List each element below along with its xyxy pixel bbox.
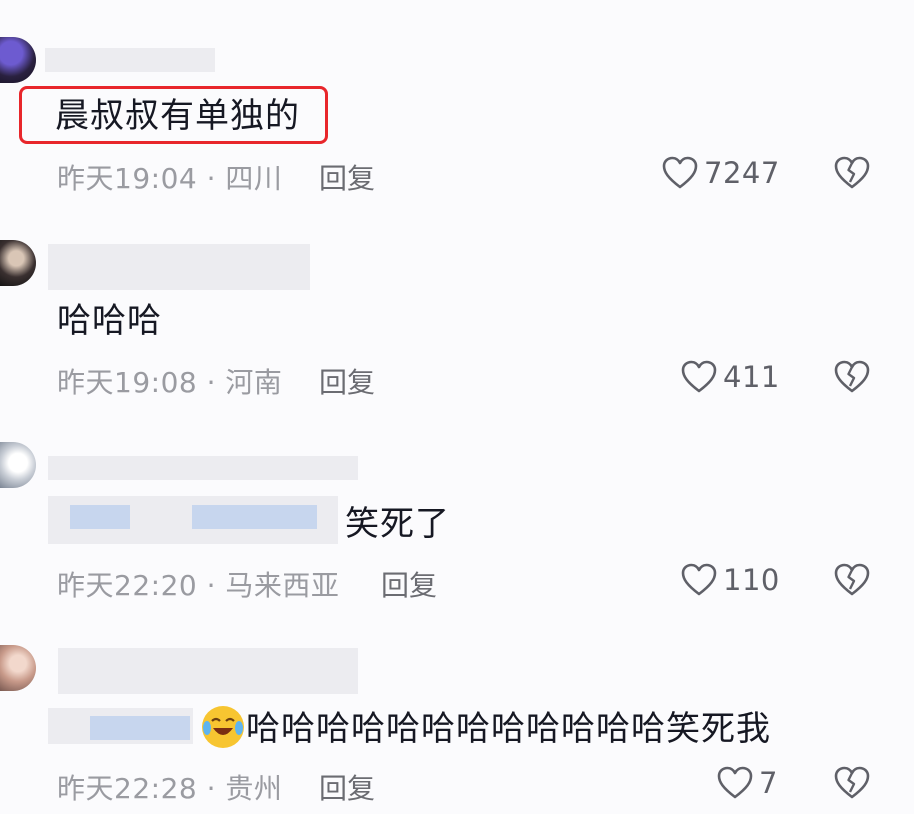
comment-meta: 昨天19:04 · 四川 [57, 162, 283, 195]
like-button[interactable]: 7247 [662, 156, 780, 190]
like-count: 411 [723, 360, 780, 394]
comment-meta: 昨天19:08 · 河南 [57, 366, 283, 399]
like-button[interactable]: 411 [681, 360, 780, 394]
reply-button[interactable]: 回复 [319, 157, 375, 197]
comment-text: 哈哈哈 [57, 301, 162, 341]
heart-outline-icon [681, 360, 717, 393]
laughing-crying-emoji-icon [202, 706, 244, 748]
avatar[interactable] [0, 240, 36, 286]
dislike-button[interactable] [834, 766, 870, 804]
avatar[interactable] [0, 442, 36, 488]
mention-blurred-highlight [90, 716, 190, 740]
broken-heart-icon [834, 766, 870, 799]
comment-meta: 昨天22:28 · 贵州 [57, 772, 283, 805]
mention-blurred-highlight [192, 505, 317, 529]
username-blurred[interactable] [48, 456, 358, 480]
avatar[interactable] [0, 645, 36, 691]
reply-button[interactable]: 回复 [381, 564, 437, 604]
avatar[interactable] [0, 37, 36, 83]
broken-heart-icon [834, 563, 870, 596]
username-blurred[interactable] [45, 48, 215, 72]
comment-text: 晨叔叔有单独的 [55, 96, 300, 136]
dislike-button[interactable] [834, 563, 870, 601]
comment-text-line: 哈哈哈哈哈哈哈哈哈哈哈哈笑死我 [202, 706, 771, 749]
like-button[interactable]: 7 [717, 766, 778, 800]
like-button[interactable]: 110 [681, 563, 780, 597]
broken-heart-icon [834, 156, 870, 189]
username-blurred[interactable] [58, 648, 358, 694]
comment-text: 笑死了 [345, 504, 450, 544]
broken-heart-icon [834, 360, 870, 393]
username-blurred[interactable] [48, 244, 310, 290]
like-count: 7247 [704, 156, 780, 190]
heart-outline-icon [662, 156, 698, 189]
heart-outline-icon [681, 563, 717, 596]
like-count: 110 [723, 563, 780, 597]
reply-button[interactable]: 回复 [319, 767, 375, 807]
like-count: 7 [759, 766, 778, 800]
reply-button[interactable]: 回复 [319, 361, 375, 401]
comment-text: 哈哈哈哈哈哈哈哈哈哈哈哈笑死我 [246, 709, 771, 749]
dislike-button[interactable] [834, 156, 870, 194]
dislike-button[interactable] [834, 360, 870, 398]
comment-meta: 昨天22:20 · 马来西亚 [57, 569, 340, 602]
mention-blurred-highlight [70, 505, 130, 529]
heart-outline-icon [717, 766, 753, 799]
